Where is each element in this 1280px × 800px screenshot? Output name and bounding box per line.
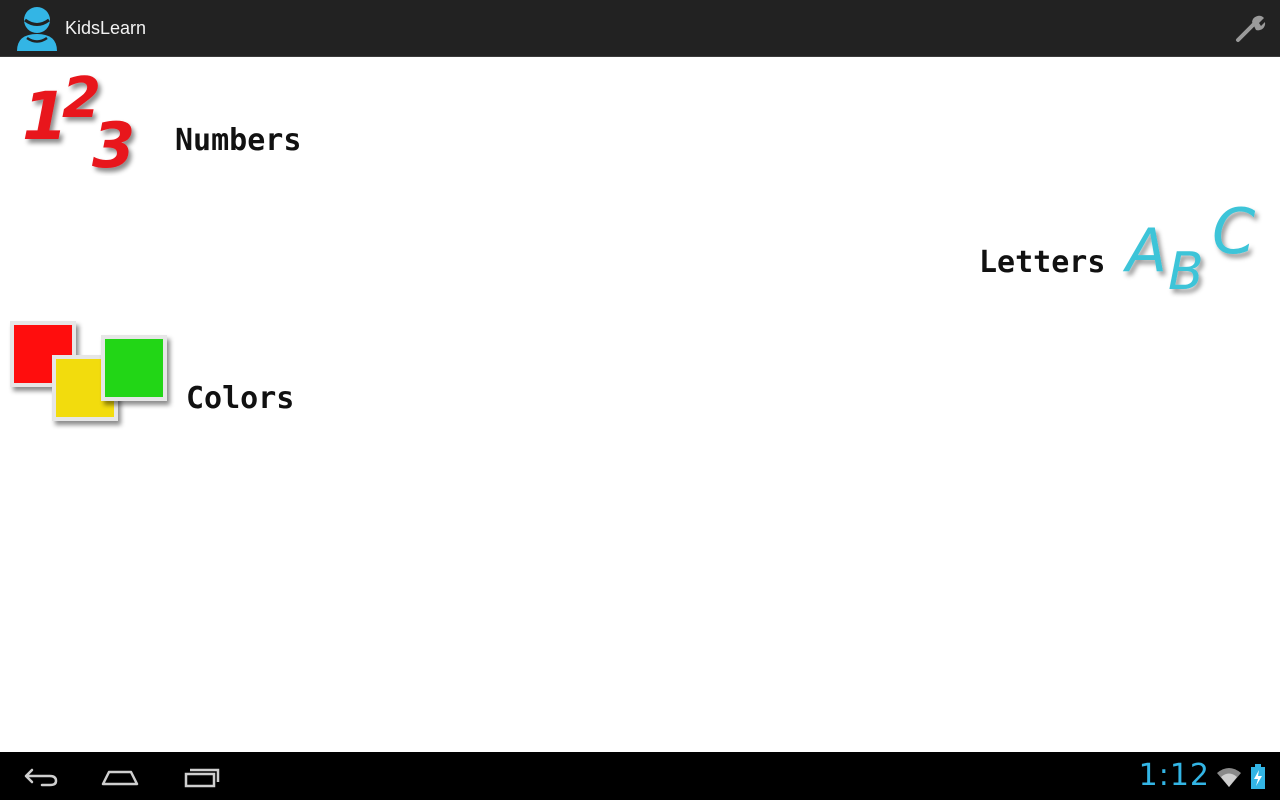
recents-icon[interactable] [180,760,224,792]
wrench-icon[interactable] [1234,12,1268,46]
action-bar: KidsLearn [0,0,1280,57]
letters-item[interactable]: Letters A B C [965,197,1270,307]
navigation-bar: 1:12 [0,752,1280,800]
letters-glyph-c: C [1212,197,1256,268]
battery-charging-icon [1251,764,1265,789]
colors-label: Colors [186,381,295,416]
kid-avatar-icon[interactable] [14,5,60,51]
numbers-item[interactable]: 1 2 3 Numbers [18,61,318,181]
letters-label: Letters [979,245,1106,280]
back-icon[interactable] [18,760,62,792]
home-icon[interactable] [98,760,142,792]
letters-glyph-a: A [1122,216,1167,286]
numbers-glyph-3: 3 [92,109,135,176]
letters-abc-icon: A B C [1122,197,1256,302]
main-content: 1 2 3 Numbers Letters A B C Colors [0,57,1280,752]
app-root: KidsLearn 1 2 3 Numbers Letters A B C Co… [0,0,1280,800]
wifi-icon [1217,768,1241,787]
numbers-123-icon: 1 2 3 [22,66,135,176]
app-title: KidsLearn [65,18,147,38]
colors-item[interactable]: Colors [8,319,308,439]
status-clock: 1:12 [1138,758,1210,793]
color-squares-icon [10,321,167,421]
numbers-label: Numbers [175,123,302,158]
letters-glyph-b: B [1168,242,1204,302]
